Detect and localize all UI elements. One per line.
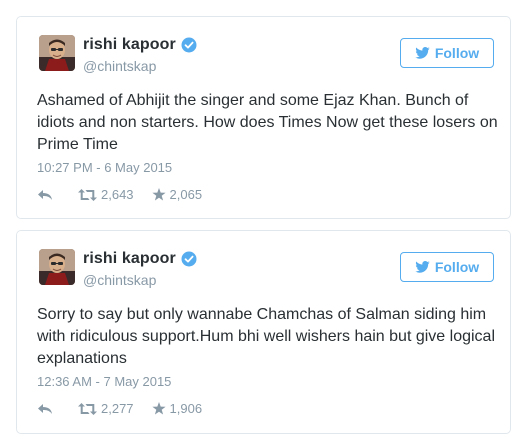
- avatar[interactable]: [39, 35, 75, 71]
- tweet-text: Sorry to say but only wannabe Chamchas o…: [37, 306, 495, 367]
- retweet-button[interactable]: 2,643: [78, 187, 134, 202]
- twitter-bird-icon: [415, 261, 430, 273]
- follow-label: Follow: [434, 45, 480, 61]
- tweet-actions: 2,277 1,906: [37, 401, 202, 416]
- tweet-card: rishi kapoor @chintskap Follow Sorry to …: [16, 230, 511, 434]
- reply-icon: [38, 403, 52, 414]
- retweet-count: 2,643: [101, 187, 134, 202]
- favorite-count: 2,065: [169, 187, 203, 202]
- follow-button[interactable]: Follow: [400, 252, 494, 282]
- tweet-text: Ashamed of Abhijit the singer and some E…: [37, 92, 498, 153]
- name-row: rishi kapoor: [83, 35, 197, 55]
- verified-badge-icon: [181, 37, 197, 53]
- retweet-count: 2,277: [101, 401, 134, 416]
- user-handle[interactable]: @chintskap: [83, 272, 156, 288]
- avatar[interactable]: [39, 249, 75, 285]
- retweet-icon: [78, 188, 97, 201]
- verified-badge-icon: [181, 251, 197, 267]
- user-handle[interactable]: @chintskap: [83, 58, 156, 74]
- timestamp[interactable]: 12:36 AM - 7 May 2015: [37, 374, 171, 389]
- twitter-bird-icon: [415, 47, 430, 59]
- retweet-button[interactable]: 2,277: [78, 401, 134, 416]
- retweet-icon: [78, 402, 97, 415]
- reply-button[interactable]: [37, 189, 53, 201]
- favorite-button[interactable]: 1,906: [151, 401, 203, 416]
- timestamp[interactable]: 10:27 PM - 6 May 2015: [37, 160, 172, 175]
- star-icon: [151, 402, 166, 415]
- favorite-button[interactable]: 2,065: [151, 187, 203, 202]
- favorite-count: 1,906: [169, 401, 203, 416]
- name-row: rishi kapoor: [83, 249, 197, 269]
- reply-icon: [38, 189, 52, 200]
- reply-button[interactable]: [37, 403, 53, 415]
- display-name[interactable]: rishi kapoor: [83, 36, 176, 54]
- tweet-actions: 2,643 2,065: [37, 187, 202, 202]
- star-icon: [151, 188, 166, 201]
- follow-label: Follow: [434, 259, 480, 275]
- display-name[interactable]: rishi kapoor: [83, 250, 176, 268]
- follow-button[interactable]: Follow: [400, 38, 494, 68]
- tweet-card: rishi kapoor @chintskap Follow Ashamed o…: [16, 16, 511, 219]
